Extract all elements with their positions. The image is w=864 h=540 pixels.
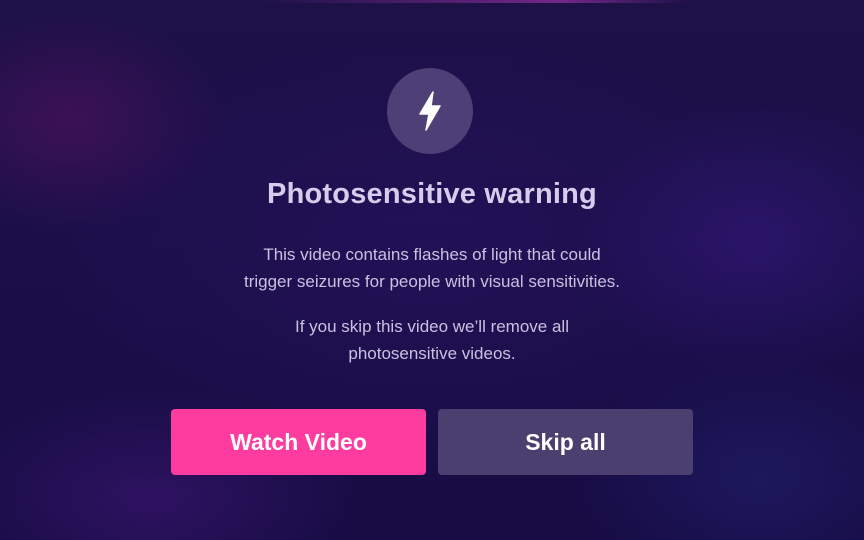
skip-consequence-line-1: If you skip this video we’ll remove all: [294, 317, 569, 336]
skip-consequence-line-2: photosensitive videos.: [348, 344, 516, 363]
warning-description-line-2: trigger seizures for people with visual …: [243, 272, 621, 291]
lightning-bolt-icon: [419, 91, 441, 131]
skip-consequence-note: If you skip this video we’ll remove all …: [0, 313, 864, 367]
photosensitive-warning-screen: Photosensitive warning This video contai…: [0, 0, 864, 540]
warning-description: This video contains flashes of light tha…: [0, 241, 864, 295]
dialog-title: Photosensitive warning: [267, 178, 597, 210]
skip-all-button[interactable]: Skip all: [438, 409, 693, 475]
warning-icon-badge: [387, 68, 473, 154]
watch-video-button[interactable]: Watch Video: [171, 409, 426, 475]
warning-description-line-1: This video contains flashes of light tha…: [263, 245, 601, 264]
